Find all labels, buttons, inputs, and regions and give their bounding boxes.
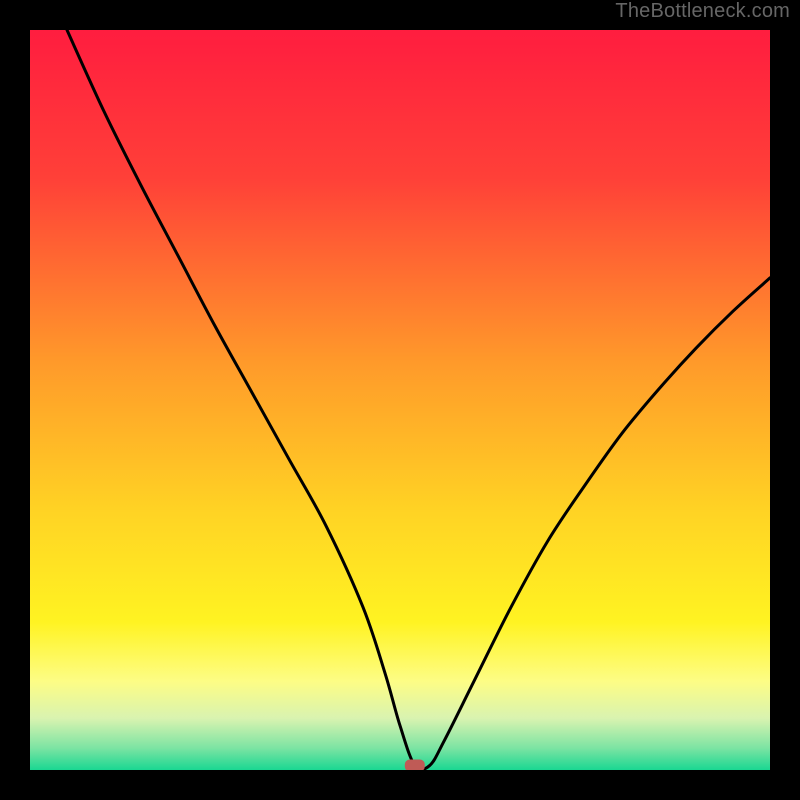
optimum-marker <box>405 760 425 770</box>
gradient-background <box>30 30 770 770</box>
watermark-text: TheBottleneck.com <box>615 0 790 23</box>
plot-svg <box>30 30 770 770</box>
chart-frame: TheBottleneck.com <box>0 0 800 800</box>
plot-area <box>30 30 770 770</box>
